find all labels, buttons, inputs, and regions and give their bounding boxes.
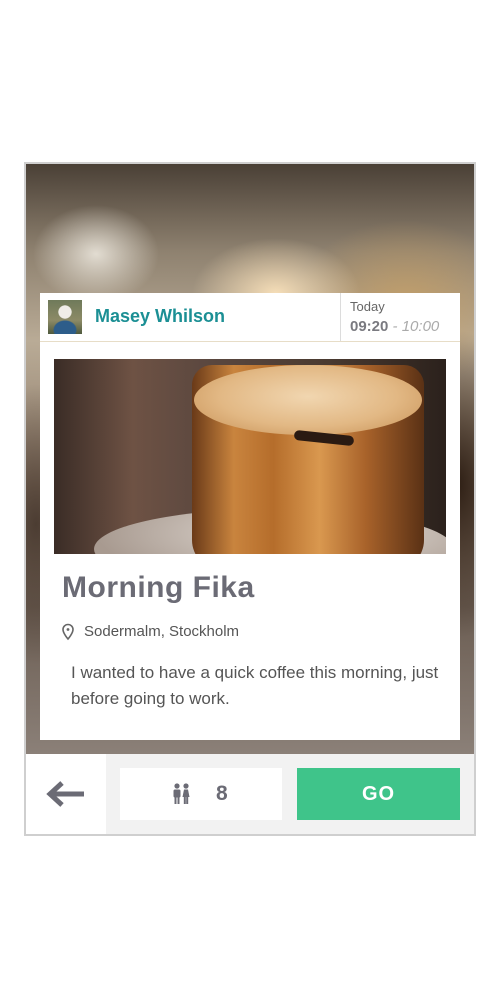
- event-card: Masey Whilson Today 09:20 - 10:00 Mornin…: [40, 293, 460, 740]
- people-icon: [173, 783, 190, 804]
- arrow-left-icon: [46, 781, 84, 807]
- attendee-count-box[interactable]: 8: [120, 768, 282, 820]
- back-button[interactable]: [26, 754, 106, 834]
- event-day: Today: [350, 299, 385, 314]
- author-name[interactable]: Masey Whilson: [95, 306, 225, 327]
- event-time: 09:20 - 10:00: [350, 318, 439, 335]
- phone-frame: Masey Whilson Today 09:20 - 10:00 Mornin…: [24, 162, 476, 836]
- card-header: Masey Whilson Today 09:20 - 10:00: [40, 293, 460, 342]
- time-separator: -: [388, 318, 402, 335]
- avatar[interactable]: [48, 300, 82, 334]
- event-title: Morning Fika: [62, 571, 255, 604]
- map-pin-icon: [62, 623, 74, 641]
- coffee-foam-shape: [194, 365, 422, 435]
- time-start: 09:20: [350, 318, 389, 335]
- attendee-count: 8: [216, 782, 228, 805]
- event-location: Sodermalm, Stockholm: [84, 623, 240, 640]
- time-box: Today 09:20 - 10:00: [340, 293, 461, 341]
- event-description: I wanted to have a quick coffee this mor…: [71, 663, 439, 708]
- event-photo: [54, 359, 446, 554]
- time-end: 10:00: [401, 318, 440, 335]
- go-button[interactable]: GO: [297, 768, 460, 820]
